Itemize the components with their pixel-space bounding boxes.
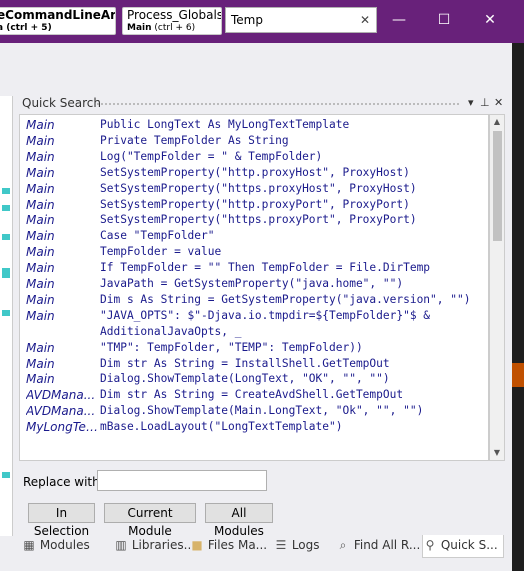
result-module: Main [26, 277, 55, 291]
title-bar: eCommandLineArgs a (ctrl + 5) Process_Gl… [0, 0, 524, 43]
dropdown-icon[interactable]: ▾ [468, 96, 474, 109]
result-code: SetSystemProperty("http.proxyHost", Prox… [100, 165, 410, 179]
result-module: Main [26, 213, 55, 228]
result-module: AVDMana... [26, 388, 96, 403]
change-marker [2, 268, 10, 278]
left-editor-margin [0, 96, 13, 536]
libraries-icon: ▥ [115, 538, 127, 552]
tab-title: Process_Globals [127, 8, 222, 22]
close-button[interactable]: ✕ [475, 8, 505, 32]
result-code: Dim str As String = InstallShell.GetTemp… [100, 356, 390, 370]
close-panel-icon[interactable]: ✕ [494, 96, 503, 109]
folder-icon: ■ [191, 538, 203, 552]
result-module: Main [26, 261, 55, 276]
in-selection-button[interactable]: In Selection [28, 503, 95, 538]
result-code: JavaPath = GetSystemProperty("java.home"… [100, 277, 404, 290]
maximize-button[interactable]: ☐ [429, 8, 459, 32]
logs-icon: ☰ [275, 538, 287, 552]
result-code: AdditionalJavaOpts, _ [100, 324, 242, 338]
change-marker [2, 234, 10, 240]
module-tab-process-globals[interactable]: Process_Globals Main (ctrl + 6) [122, 7, 222, 35]
result-code: SetSystemProperty("http.proxyPort", Prox… [100, 197, 410, 211]
result-code: mBase.LoadLayout("LongTextTemplate") [100, 420, 343, 434]
result-code: SetSystemProperty("https.proxyHost", Pro… [100, 181, 417, 195]
result-module: Main [26, 356, 55, 371]
find-icon: ⌕ [339, 538, 347, 552]
result-module: Main [26, 245, 55, 260]
scroll-thumb[interactable] [493, 131, 502, 241]
panel-title: Quick Search [22, 96, 101, 110]
result-code: "JAVA_OPTS": $"-Djava.io.tmpdir=${TempFo… [100, 308, 431, 322]
search-results-list[interactable]: Main Public LongText As MyLongTextTemplat… [19, 114, 489, 461]
result-module: AVDMana... [26, 404, 96, 419]
drag-grip[interactable] [96, 102, 460, 106]
result-code: Case "TempFolder" [100, 229, 215, 243]
result-code: Log("TempFolder = " & TempFolder) [100, 149, 323, 163]
change-marker [2, 310, 10, 316]
change-marker [2, 188, 10, 194]
result-code: Dim s As String = GetSystemProperty("jav… [100, 292, 471, 306]
tab-modules[interactable]: ▦ Modules [22, 535, 110, 557]
scroll-down-icon[interactable]: ▼ [490, 446, 504, 460]
result-code: Dialog.ShowTemplate(Main.LongText, "Ok",… [100, 404, 424, 418]
result-module: Main [26, 340, 55, 355]
search-icon: ⚲ [425, 538, 435, 552]
scroll-up-icon[interactable]: ▲ [490, 115, 504, 129]
tab-title: eCommandLineArgs [0, 8, 116, 22]
result-module: Main [26, 292, 55, 307]
tab-libraries[interactable]: ▥ Libraries... [114, 535, 190, 557]
result-code: Dim str As String = CreateAvdShell.GetTe… [100, 388, 404, 402]
result-module: Main [26, 118, 55, 132]
result-code: Dialog.ShowTemplate(LongText, "OK", "", … [100, 372, 390, 386]
bottom-tab-bar: ▦ Modules ▥ Libraries... ■ Files Ma... ☰… [18, 535, 512, 558]
pin-icon[interactable]: ⊥ [480, 96, 490, 109]
clear-search-icon[interactable]: ✕ [360, 8, 370, 32]
modules-icon: ▦ [23, 538, 35, 552]
result-module: Main [26, 165, 55, 180]
replace-label: Replace with: [23, 475, 104, 489]
result-code: "TMP": TempFolder, "TEMP": TempFolder)) [100, 340, 363, 354]
result-code: SetSystemProperty("https.proxyPort", Pro… [100, 213, 417, 227]
tab-logs[interactable]: ☰ Logs [274, 535, 330, 557]
replace-input[interactable] [97, 470, 267, 491]
tab-module: Main [127, 23, 152, 33]
result-module: Main [26, 229, 55, 244]
result-module: Main [26, 197, 55, 212]
results-scrollbar[interactable]: ▲ ▼ [489, 114, 505, 461]
tab-module: a [0, 23, 3, 33]
result-module: Main [26, 308, 55, 323]
result-code: If TempFolder = "" Then TempFolder = Fil… [100, 261, 431, 275]
tab-find-all-references[interactable]: ⌕ Find All R... [336, 535, 422, 557]
minimize-button[interactable]: — [384, 8, 414, 32]
result-module: Main [26, 372, 55, 387]
result-module: Main [26, 181, 55, 196]
result-module: MyLongTex... [26, 420, 98, 435]
tab-quick-search[interactable]: ⚲ Quick S... [422, 535, 504, 558]
result-module: Main [26, 133, 55, 148]
change-marker [2, 205, 10, 211]
marker [512, 363, 524, 387]
search-value: Temp [231, 13, 263, 27]
tab-shortcut: (ctrl + 5) [6, 23, 52, 33]
result-code: TempFolder = value [100, 245, 222, 259]
current-module-button[interactable]: Current Module [104, 503, 196, 538]
module-tab-commandlineargs[interactable]: eCommandLineArgs a (ctrl + 5) [0, 7, 116, 35]
result-module: Main [26, 149, 55, 164]
right-editor-strip [512, 43, 524, 571]
result-code: Private TempFolder As String [100, 133, 289, 147]
search-input[interactable]: Temp ✕ [225, 7, 377, 33]
tab-shortcut: (ctrl + 6) [154, 23, 196, 33]
quick-search-header: Quick Search ▾ ⊥ ✕ [18, 93, 506, 113]
result-code: Public LongText As MyLongTextTemplate [100, 118, 350, 131]
change-marker [2, 472, 10, 478]
tab-files-manager[interactable]: ■ Files Ma... [190, 535, 270, 557]
all-modules-button[interactable]: All Modules [205, 503, 273, 538]
